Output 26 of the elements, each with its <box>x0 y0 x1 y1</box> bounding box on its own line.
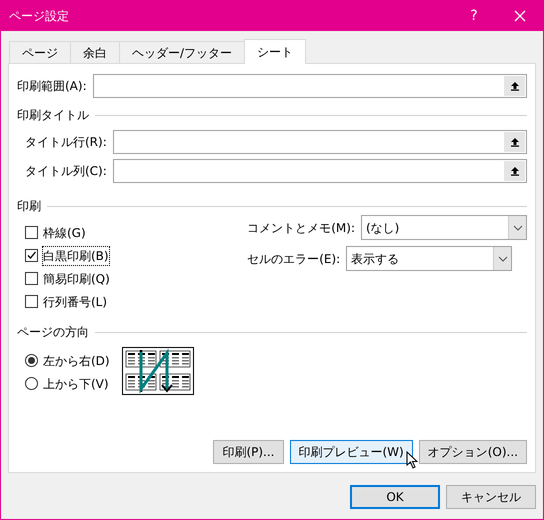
field-label: タイトル行(R): <box>25 134 107 151</box>
window-title: ページ設定 <box>9 8 69 25</box>
tab[interactable]: ページ <box>9 41 71 63</box>
field-label: 印刷範囲(A): <box>17 78 87 95</box>
help-button[interactable]: ? <box>451 1 497 31</box>
dropdown-label: セルのエラー(E): <box>247 250 340 268</box>
checkbox-label: 白黒印刷(B) <box>43 246 109 264</box>
dropdown[interactable]: 表示する <box>346 246 512 271</box>
button[interactable]: キャンセル <box>446 485 536 509</box>
checkbox-label: 行列番号(L) <box>43 294 108 310</box>
tab[interactable]: シート <box>244 39 306 64</box>
dropdown-value: 表示する <box>351 250 400 268</box>
section-heading: ページの方向 <box>17 324 89 341</box>
button[interactable]: オプション(O)... <box>418 440 527 464</box>
dropdown-value: (なし) <box>366 220 400 236</box>
radio-label: 左から右(D) <box>43 352 110 370</box>
section-heading: 印刷タイトル <box>17 107 89 124</box>
button[interactable]: OK <box>350 485 440 509</box>
dropdown[interactable]: (なし) <box>361 215 527 240</box>
dropdown-label: コメントとメモ(M): <box>247 220 355 236</box>
checkbox-label: 簡易印刷(Q) <box>43 270 110 288</box>
field-label: タイトル列(C): <box>25 163 107 180</box>
button[interactable]: 印刷(P)... <box>213 440 284 464</box>
section-heading: 印刷 <box>17 198 41 215</box>
checkbox-label: 枠線(G) <box>43 224 86 242</box>
radio-label: 上から下(V) <box>43 376 109 392</box>
